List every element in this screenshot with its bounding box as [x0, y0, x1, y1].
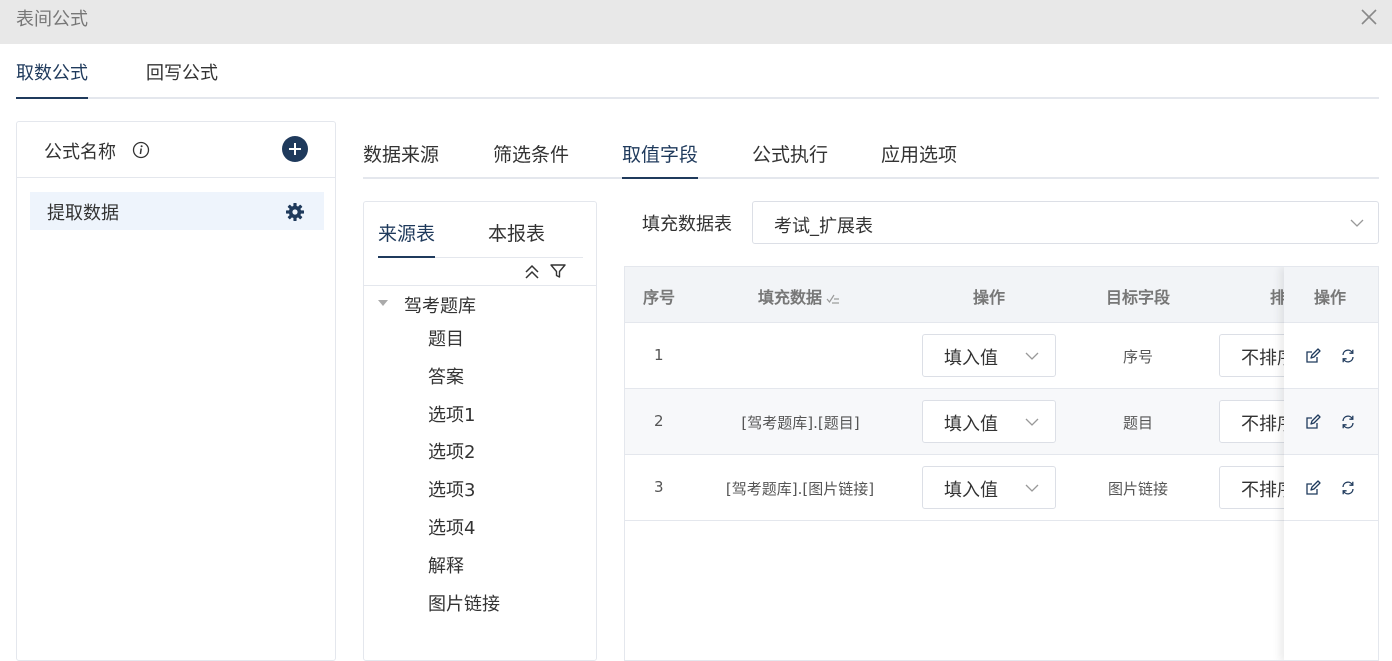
- row-target-field: 题目: [1122, 414, 1153, 432]
- formula-item-name: 提取数据: [47, 203, 119, 224]
- header-index: 序号: [643, 288, 676, 307]
- chevron-down-icon: [1025, 484, 1039, 492]
- table-row: 3 [驾考题库].[图片链接] 填入值 图片链接 不排序: [625, 455, 1378, 521]
- operation-value: 填入值: [944, 348, 998, 369]
- edit-icon[interactable]: [1305, 414, 1321, 430]
- info-icon[interactable]: [132, 141, 150, 159]
- formula-list-header: 公式名称: [17, 122, 335, 178]
- actions-cell: [1284, 323, 1378, 389]
- operation-select[interactable]: 填入值: [922, 466, 1056, 509]
- sort-icon[interactable]: [826, 293, 840, 305]
- tree-field-item[interactable]: 选项2: [428, 441, 588, 479]
- tree-field-item[interactable]: 答案: [428, 366, 588, 404]
- edit-icon[interactable]: [1305, 480, 1321, 496]
- fill-table-value: 考试_扩展表: [774, 216, 873, 237]
- table-header: 序号 填充数据 操作 目标字段 排: [625, 267, 1378, 323]
- chevron-down-icon: [1025, 418, 1039, 426]
- fill-table-select[interactable]: 考试_扩展表: [752, 201, 1379, 244]
- tab-formula-execution[interactable]: 公式执行: [752, 140, 828, 179]
- tab-this-report[interactable]: 本报表: [488, 219, 545, 258]
- edit-icon[interactable]: [1305, 348, 1321, 364]
- refresh-icon[interactable]: [1340, 480, 1356, 496]
- header-fill-data[interactable]: 填充数据: [758, 284, 840, 308]
- row-target-field: 图片链接: [1107, 480, 1168, 498]
- operation-select[interactable]: 填入值: [922, 400, 1056, 443]
- actions-cell: [1284, 455, 1378, 521]
- tree-field-item[interactable]: 选项3: [428, 479, 588, 517]
- tab-source-table[interactable]: 来源表: [378, 219, 436, 258]
- row-index: 1: [654, 346, 664, 364]
- actions-header-label: 操作: [1314, 288, 1347, 307]
- row-target-field: 序号: [1122, 348, 1153, 366]
- add-formula-button[interactable]: [282, 136, 308, 162]
- filter-icon[interactable]: [549, 262, 567, 280]
- table-row: 2 [驾考题库].[题目] 填入值 题目 不排序: [625, 389, 1378, 455]
- field-mapping-table: 序号 填充数据 操作 目标字段 排 1 填入值 序号 不排序 2 [驾考题库].…: [624, 266, 1379, 661]
- row-index: 3: [654, 478, 664, 496]
- operation-value: 填入值: [944, 480, 998, 501]
- tree-toolbar: [364, 258, 596, 286]
- refresh-icon[interactable]: [1340, 414, 1356, 430]
- actions-header: 操作: [1284, 267, 1378, 323]
- tab-value-fields[interactable]: 取值字段: [622, 140, 699, 179]
- formula-list-title: 公式名称: [44, 142, 116, 163]
- fill-table-label: 填充数据表: [642, 214, 732, 235]
- tree-node-label: 驾考题库: [404, 296, 476, 317]
- chevron-down-icon: [1350, 219, 1364, 227]
- gear-icon[interactable]: [285, 202, 305, 222]
- tree-field-item[interactable]: 图片链接: [428, 593, 588, 631]
- formula-type-tabs: 取数公式 回写公式: [16, 44, 1379, 99]
- header-fill-data-label: 填充数据: [758, 288, 823, 307]
- tree-source-tabs: 来源表 本报表: [378, 202, 583, 258]
- header-operation: 操作: [973, 288, 1006, 307]
- close-icon[interactable]: [1358, 6, 1380, 28]
- tab-data-source[interactable]: 数据来源: [363, 140, 439, 179]
- field-tree-panel: 来源表 本报表 驾考题库 题目 答案 选项1 选项2 选项3 选项4 解释 图片…: [363, 201, 597, 661]
- tab-fetch-formula[interactable]: 取数公式: [16, 59, 88, 99]
- formula-list-panel: 公式名称 提取数据: [16, 121, 336, 661]
- row-index: 2: [654, 412, 664, 430]
- tree-field-item[interactable]: 解释: [428, 555, 588, 593]
- operation-value: 填入值: [944, 414, 998, 435]
- tree-children: 题目 答案 选项1 选项2 选项3 选项4 解释 图片链接: [428, 328, 588, 630]
- row-fill-data: [驾考题库].[图片链接]: [725, 480, 875, 498]
- actions-column: 操作: [1284, 267, 1378, 660]
- plus-icon: [289, 143, 301, 155]
- chevron-down-icon: [1025, 352, 1039, 360]
- formula-config-tabs: 数据来源 筛选条件 取值字段 公式执行 应用选项: [363, 124, 1379, 179]
- header-target-field: 目标字段: [1106, 288, 1171, 307]
- refresh-icon[interactable]: [1340, 348, 1356, 364]
- tab-writeback-formula[interactable]: 回写公式: [146, 59, 218, 99]
- tree-field-item[interactable]: 选项1: [428, 404, 588, 442]
- table-row: 1 填入值 序号 不排序: [625, 323, 1378, 389]
- formula-item[interactable]: 提取数据: [30, 192, 324, 230]
- tree-field-item[interactable]: 选项4: [428, 517, 588, 555]
- collapse-all-icon[interactable]: [522, 262, 542, 282]
- tab-apply-options[interactable]: 应用选项: [881, 140, 957, 179]
- dialog-titlebar: 表间公式: [0, 0, 1392, 44]
- tab-filter-conditions[interactable]: 筛选条件: [493, 140, 569, 179]
- dialog-title: 表间公式: [16, 9, 88, 30]
- row-fill-data: [驾考题库].[题目]: [741, 414, 860, 432]
- actions-cell: [1284, 389, 1378, 455]
- tree-field-item[interactable]: 题目: [428, 328, 588, 366]
- caret-down-icon[interactable]: [378, 300, 388, 306]
- operation-select[interactable]: 填入值: [922, 334, 1056, 377]
